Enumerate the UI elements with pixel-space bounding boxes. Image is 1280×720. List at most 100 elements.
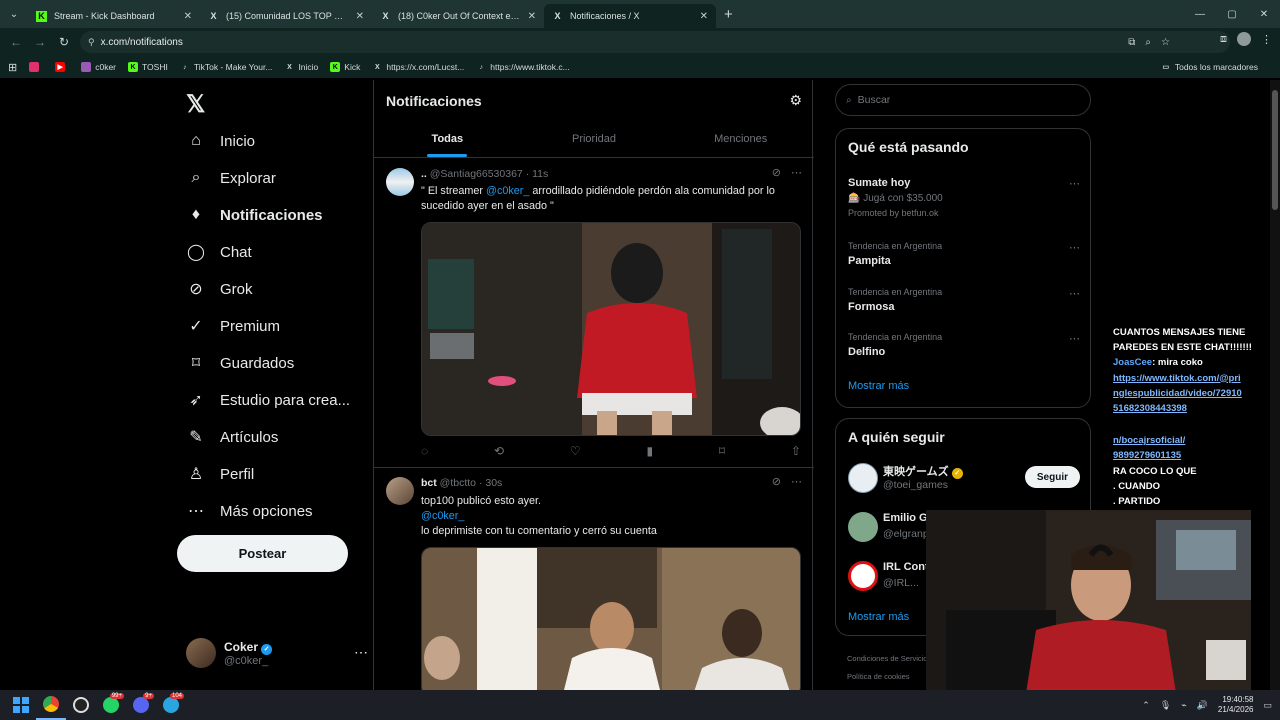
scrollbar-thumb[interactable] (1272, 90, 1278, 210)
chrome-icon[interactable] (36, 690, 66, 720)
tab-prioridad[interactable]: Prioridad (521, 122, 668, 157)
bookmark-item[interactable]: ▶ (55, 62, 69, 72)
forward-icon[interactable]: → (28, 35, 52, 49)
tweet-handle[interactable]: @tbctto (440, 477, 476, 489)
notifications-icon[interactable]: ▭ (1263, 700, 1272, 711)
more-icon[interactable]: ⋯ (791, 166, 802, 179)
tweet-media-video[interactable] (421, 547, 801, 690)
grok-icon[interactable]: ⊘ (772, 475, 781, 488)
nav-item-explorar[interactable]: ⌕ Explorar (186, 168, 276, 188)
bookmark-item[interactable] (29, 62, 43, 72)
avatar[interactable] (386, 168, 414, 196)
more-icon[interactable]: ⋯ (1069, 177, 1080, 190)
obs-icon[interactable] (66, 690, 96, 720)
gear-icon[interactable]: ⚙ (789, 92, 802, 109)
avatar[interactable] (386, 477, 414, 505)
nav-item-estudio[interactable]: ➶ Estudio para crea... (186, 390, 350, 410)
nav-item-premium[interactable]: ✓ Premium (186, 316, 280, 336)
back-icon[interactable]: ← (4, 35, 28, 49)
tweet[interactable]: bct @tbctto · 30s ⊘ ⋯ top100 publicó esto… (374, 469, 814, 690)
tweet[interactable]: .. @Santiag66530367 · 11s ⊘ ⋯ " El stream… (374, 160, 814, 468)
mention-link[interactable]: @c0ker_ (421, 509, 801, 524)
network-icon[interactable]: ⌁ (1181, 700, 1186, 711)
like-icon[interactable]: ♡ (570, 444, 581, 458)
discord-icon[interactable]: 9+ (126, 690, 156, 720)
start-icon[interactable] (6, 690, 36, 720)
tab-search-icon[interactable]: ⌄ (0, 0, 28, 28)
share-icon[interactable]: ⇧ (791, 444, 801, 458)
nav-item-mas-opciones[interactable]: ⋯ Más opciones (186, 501, 313, 521)
address-bar[interactable]: ⚲ x.com/notifications ⧉ ⌕ ☆ (80, 31, 1230, 53)
more-icon[interactable]: ⋯ (354, 644, 368, 661)
all-bookmarks[interactable]: ▭ Todos los marcadores (1161, 62, 1258, 72)
browser-tab-active[interactable]: X Notificaciones / X ✕ (544, 4, 716, 28)
tweet-time[interactable]: · 30s (479, 477, 502, 489)
nav-item-grok[interactable]: ⊘ Grok (186, 279, 252, 299)
minimize-icon[interactable]: — (1184, 0, 1216, 28)
promoted-trend[interactable]: Sumate hoy 🎰 Jugá con $35.000 Promoted b… (848, 177, 1080, 218)
more-icon[interactable]: ⋯ (791, 475, 802, 488)
volume-icon[interactable]: 🔊 (1197, 700, 1208, 711)
browser-tab[interactable]: K Stream - Kick Dashboard ✕ (28, 4, 200, 28)
tab-todas[interactable]: Todas (374, 122, 521, 157)
bookmark-item[interactable]: Xhttps://x.com/Lucst... (372, 62, 464, 72)
close-icon[interactable]: ✕ (356, 11, 364, 22)
reply-icon[interactable]: ◌ (421, 444, 428, 458)
tab-menciones[interactable]: Menciones (667, 122, 814, 157)
star-icon[interactable]: ☆ (1161, 37, 1170, 48)
retweet-icon[interactable]: ⟲ (494, 444, 504, 458)
more-icon[interactable]: ⋯ (1069, 287, 1080, 300)
clock[interactable]: 19:40:58 21/4/2026 (1218, 695, 1254, 715)
show-more-link[interactable]: Mostrar más (848, 380, 909, 392)
tweet-author-name[interactable]: bct (421, 477, 437, 489)
apps-icon[interactable]: ⊞ (8, 61, 17, 74)
account-switcher[interactable]: Coker ✓ @c0ker_ ⋯ (186, 638, 368, 668)
reload-icon[interactable]: ↻ (52, 35, 76, 49)
nav-item-chat[interactable]: ◯ Chat (186, 242, 252, 262)
zoom-icon[interactable]: ⌕ (1145, 37, 1151, 48)
tweet-handle[interactable]: @Santiag66530367 (430, 168, 523, 180)
nav-item-notificaciones[interactable]: ♦ Notificaciones (186, 205, 323, 225)
more-icon[interactable]: ⋯ (1069, 241, 1080, 254)
install-icon[interactable]: ⧉ (1128, 37, 1135, 48)
new-tab-icon[interactable]: + (724, 6, 733, 23)
microphone-icon[interactable]: 🎙 (1160, 700, 1171, 711)
footer-link[interactable]: Política de cookies (847, 672, 910, 681)
bookmark-item[interactable]: K TOSHI (128, 62, 168, 72)
tweet-time[interactable]: · 11s (526, 168, 549, 180)
mention-link[interactable]: @c0ker_ (486, 185, 529, 197)
show-more-link[interactable]: Mostrar más (848, 611, 909, 623)
bookmark-item[interactable]: c0ker (81, 62, 116, 72)
extensions-icon[interactable]: ⧈ (1220, 33, 1227, 46)
browser-tab[interactable]: X (18) C0ker Out Of Context en X ✕ (372, 4, 544, 28)
x-logo-icon[interactable]: 𝕏 (186, 90, 205, 119)
menu-icon[interactable]: ⋮ (1261, 33, 1272, 46)
views-icon[interactable]: ▮ (646, 444, 653, 458)
close-icon[interactable]: ✕ (700, 11, 708, 22)
follow-button[interactable]: Seguir (1024, 466, 1080, 488)
close-icon[interactable]: ✕ (184, 11, 192, 22)
telegram-icon[interactable]: 104 (156, 690, 186, 720)
search-box[interactable]: ⌕ (835, 84, 1091, 116)
whatsapp-icon[interactable]: 99+ (96, 690, 126, 720)
nav-item-guardados[interactable]: ⌑ Guardados (186, 353, 294, 373)
site-info-icon[interactable]: ⚲ (88, 37, 95, 48)
bookmark-item[interactable]: X Inicio (284, 62, 318, 72)
search-input[interactable] (857, 94, 1058, 106)
bookmark-item[interactable]: K Kick (330, 62, 360, 72)
nav-item-articulos[interactable]: ✎ Artículos (186, 427, 278, 447)
follow-suggestion[interactable]: 東映ゲームズ ✓ @toei_games Seguir (848, 461, 1080, 495)
nav-item-inicio[interactable]: ⌂ Inicio (186, 131, 255, 151)
maximize-icon[interactable]: ▢ (1216, 0, 1248, 28)
bookmark-item[interactable]: ♪ https://www.tiktok.c... (476, 62, 570, 72)
trend-item[interactable]: Tendencia en Argentina Pampita ⋯ (848, 241, 1080, 267)
nav-item-perfil[interactable]: ♙ Perfil (186, 464, 254, 484)
trend-item[interactable]: Tendencia en Argentina Formosa ⋯ (848, 287, 1080, 313)
bookmark-icon[interactable]: ⌑ (719, 444, 725, 458)
chevron-up-icon[interactable]: ⌃ (1142, 700, 1150, 711)
browser-tab[interactable]: X (15) Comunidad LOS TOP GLOB ✕ (200, 4, 372, 28)
grok-icon[interactable]: ⊘ (772, 166, 781, 179)
avatar[interactable] (1237, 32, 1251, 46)
footer-link[interactable]: Condiciones de Servicio (847, 654, 927, 663)
more-icon[interactable]: ⋯ (1069, 332, 1080, 345)
